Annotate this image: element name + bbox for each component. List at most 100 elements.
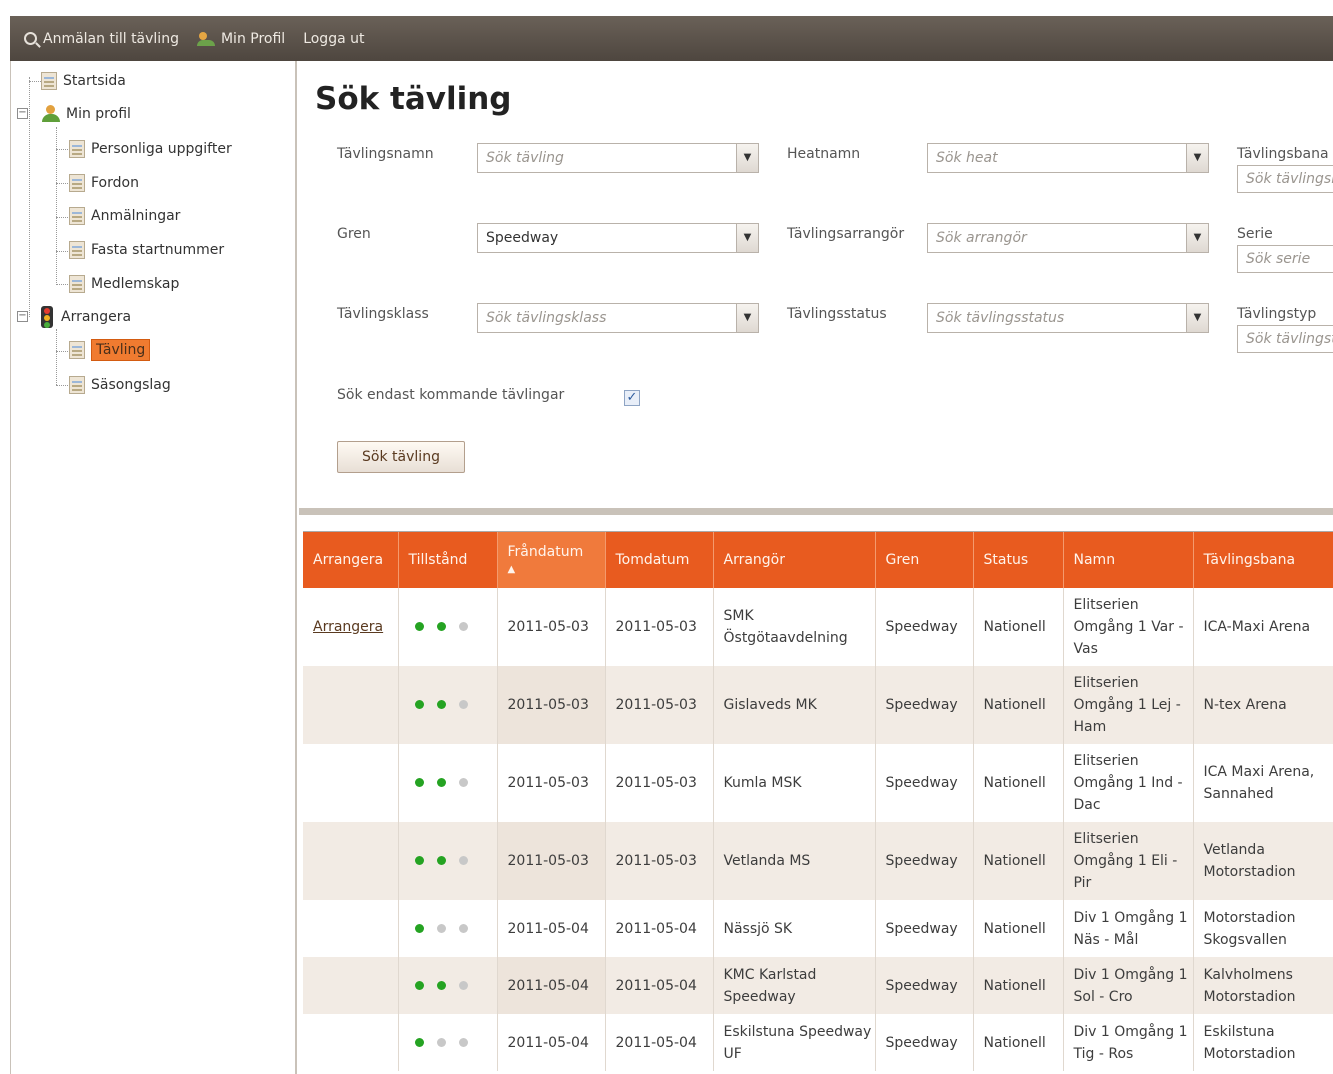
cell-status: Nationell [973,900,1064,957]
menu-min-profil[interactable]: Min Profil [196,31,285,47]
table-row[interactable]: 2011-05-03 2011-05-03 Vetlanda MS Speedway N… [303,822,1333,900]
cell-tomdatum: 2011-05-04 [605,900,714,957]
heatnamn-combobox[interactable]: Sök heat ▼ [927,143,1209,173]
tree-connector [29,81,41,82]
column-header-tillstand[interactable]: Tillstånd [398,532,498,588]
tree-item-arrangera[interactable]: Arrangera [41,305,131,329]
tree-label: Anmälningar [91,208,181,224]
typ-placeholder: Sök tävlingstyp [1246,331,1333,347]
cell-tillstand [398,822,498,900]
table-row[interactable]: Arrangera 2011-05-03 2011-05-03 SMK Östgöta… [303,588,1333,666]
cell-status: Nationell [973,666,1064,744]
status-dot-active-icon [436,700,446,709]
column-header-arrangor[interactable]: Arrangör [713,532,876,588]
status-label: Tävlingsstatus [787,306,887,322]
klass-combobox[interactable]: Sök tävlingsklass ▼ [477,303,759,333]
dropdown-arrow-icon[interactable]: ▼ [736,224,758,252]
cell-arrangor: KMC Karlstad Speedway [713,957,876,1014]
menu-logga-ut[interactable]: Logga ut [303,31,364,47]
tree-item-startsida[interactable]: Startsida [41,69,126,93]
page-icon [69,140,85,158]
cell-tillstand [398,666,498,744]
cell-tavlingsbana: ICA-Maxi Arena [1193,588,1333,666]
tree-connector [56,329,57,385]
cell-gren: Speedway [875,900,974,957]
tree-item-min-profil[interactable]: Min profil [41,102,131,126]
tree-item-fasta-startnummer[interactable]: Fasta startnummer [69,238,224,262]
column-header-arrangera[interactable]: Arrangera [303,532,399,588]
heatnamn-placeholder: Sök heat [936,150,998,166]
column-header-frandatum[interactable]: Fråndatum ▲ [497,532,606,588]
arrangor-combobox[interactable]: Sök arrangör ▼ [927,223,1209,253]
status-dot-inactive-icon [458,778,468,787]
column-header-tavlingsbana[interactable]: Tävlingsbana [1193,532,1333,588]
collapse-min-profil-toggle[interactable]: − [17,108,28,119]
tree-item-fordon[interactable]: Fordon [69,171,139,195]
column-header-namn[interactable]: Namn [1063,532,1194,588]
cell-arrangera [303,822,399,900]
status-dot-active-icon [436,980,446,990]
table-row[interactable]: 2011-05-03 2011-05-03 Gislaveds MK Speedway… [303,666,1333,744]
serie-placeholder: Sök serie [1246,251,1311,267]
cell-arrangor: Eskilstuna Speedway UF [713,1014,876,1071]
cell-frandatum: 2011-05-04 [497,957,606,1014]
dropdown-arrow-icon[interactable]: ▼ [736,144,758,172]
table-row[interactable]: 2011-05-04 2011-05-04 Eskilstuna Speedway … [303,1014,1333,1071]
kommande-checkbox[interactable]: ✓ [624,390,640,406]
tree-connector [56,217,70,218]
tree-connector [56,251,70,252]
status-dot-active-icon [414,1037,424,1047]
column-header-gren[interactable]: Gren [875,532,974,588]
tavlingsbana-combobox[interactable]: Sök tävlingsbana [1237,165,1333,193]
column-header-tomdatum[interactable]: Tomdatum [605,532,714,588]
tree-label: Min profil [66,106,131,122]
tavlingsnamn-combobox[interactable]: Sök tävling ▼ [477,143,759,173]
tree-item-sasongslag[interactable]: Säsongslag [69,373,171,397]
status-combobox[interactable]: Sök tävlingsstatus ▼ [927,303,1209,333]
arrangera-link[interactable]: Arrangera [313,619,383,635]
cell-tillstand [398,1014,498,1071]
status-dot-active-icon [414,778,424,787]
tree-item-personliga-uppgifter[interactable]: Personliga uppgifter [69,137,232,161]
status-dot-inactive-icon [436,923,446,933]
table-row[interactable]: 2011-05-03 2011-05-03 Kumla MSK Speedway Nat… [303,744,1333,822]
status-dot-active-icon [414,700,424,709]
dropdown-arrow-icon[interactable]: ▼ [1186,144,1208,172]
cell-tavlingsbana: N-tex Arena [1193,666,1333,744]
typ-combobox[interactable]: Sök tävlingstyp [1237,325,1333,353]
dropdown-arrow-icon[interactable]: ▼ [1186,224,1208,252]
cell-gren: Speedway [875,957,974,1014]
cell-tomdatum: 2011-05-03 [605,822,714,900]
column-header-status[interactable]: Status [973,532,1064,588]
search-button[interactable]: Sök tävling [337,441,465,473]
results-grid: Arrangera Tillstånd Fråndatum ▲ Tomdatum… [303,531,1333,1074]
tree-connector [56,183,70,184]
cell-gren: Speedway [875,666,974,744]
page-icon [69,174,85,192]
tree-label: Personliga uppgifter [91,141,232,157]
kommande-label: Sök endast kommande tävlingar [337,387,565,403]
main-content: Sök tävling Tävlingsnamn Sök tävling ▼ H… [299,61,1333,1074]
dropdown-arrow-icon[interactable]: ▼ [736,304,758,332]
tree-item-medlemskap[interactable]: Medlemskap [69,272,179,296]
tree-connector [56,149,70,150]
cell-tomdatum: 2011-05-03 [605,744,714,822]
page-title: Sök tävling [315,81,512,117]
table-row[interactable]: 2011-05-04 2011-05-04 KMC Karlstad Speedwa… [303,957,1333,1014]
menu-anmalan[interactable]: Anmälan till tävling [24,31,179,47]
cell-tillstand [398,900,498,957]
cell-tillstand [398,588,498,666]
cell-tavlingsbana: Kalvholmens Motorstadion [1193,957,1333,1014]
cell-gren: Speedway [875,744,974,822]
gren-combobox[interactable]: Speedway ▼ [477,223,759,253]
tree-item-anmalningar[interactable]: Anmälningar [69,204,180,228]
collapse-arrangera-toggle[interactable]: − [17,311,28,322]
table-row[interactable]: 2011-05-04 2011-05-04 Nässjö SK Speedway Nat… [303,900,1333,957]
serie-combobox[interactable]: Sök serie [1237,245,1333,273]
status-dot-inactive-icon [458,700,468,709]
tree-item-tavling[interactable]: Tävling [69,338,151,362]
dropdown-arrow-icon[interactable]: ▼ [1186,304,1208,332]
cell-namn: Div 1 Omgång 1 Näs - Mål [1063,900,1194,957]
cell-tomdatum: 2011-05-04 [605,1014,714,1071]
search-icon [24,32,37,45]
